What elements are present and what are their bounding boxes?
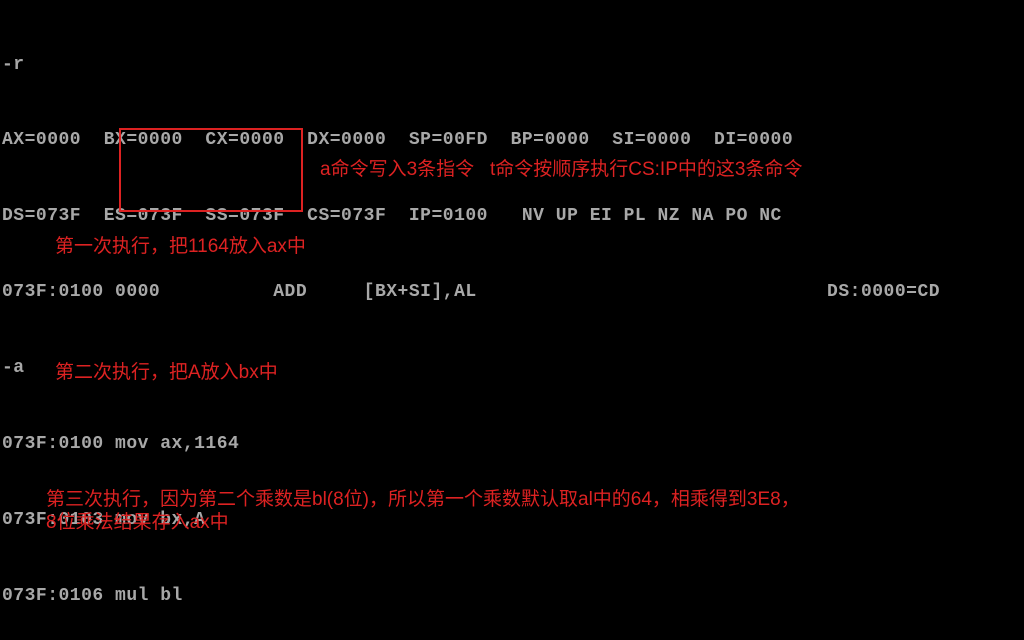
annotation-exec3a: 第三次执行，因为第二个乘数是bl(8位)，所以第一个乘数默认取al中的64，相乘… bbox=[46, 487, 800, 512]
annotation-a-t: a命令写入3条指令 t命令按顺序执行CS:IP中的这3条命令 bbox=[320, 157, 802, 182]
annotation-exec1: 第一次执行，把1164放入ax中 bbox=[55, 234, 306, 259]
debug-line: -r bbox=[2, 53, 1022, 78]
annotation-exec2: 第二次执行，把A放入bx中 bbox=[55, 360, 278, 385]
asm-input-line[interactable]: 073F:0100 mov ax,1164 bbox=[2, 432, 1022, 457]
asm-input-line[interactable]: 073F:0106 mul bl bbox=[2, 584, 1022, 609]
disasm-line: 073F:0100 0000 ADD [BX+SI],AL DS:0000=CD bbox=[2, 280, 1022, 305]
register-line: DS=073F ES=073F SS=073F CS=073F IP=0100 … bbox=[2, 204, 1022, 229]
terminal-output: -r AX=0000 BX=0000 CX=0000 DX=0000 SP=00… bbox=[0, 0, 1024, 640]
annotation-exec3b: 8位乘法结果存入ax中 bbox=[46, 510, 229, 535]
register-line: AX=0000 BX=0000 CX=0000 DX=0000 SP=00FD … bbox=[2, 128, 1022, 153]
disasm-left: 073F:0100 0000 ADD [BX+SI],AL bbox=[2, 282, 477, 302]
disasm-right: DS:0000=CD bbox=[827, 282, 940, 302]
